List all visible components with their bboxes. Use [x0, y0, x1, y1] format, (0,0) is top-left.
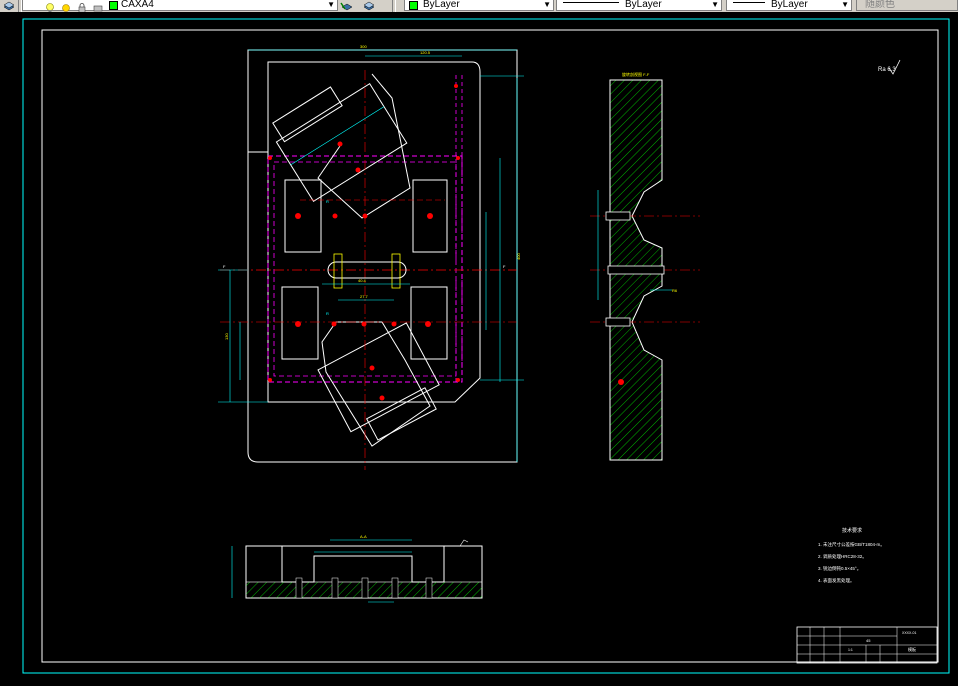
section-view: 旋转剖视图 F-F R6	[590, 71, 700, 461]
plan-dimensions	[218, 49, 524, 462]
color-combo[interactable]: ByLayer ▼	[404, 0, 554, 11]
lineweight-combo[interactable]: ByLayer ▼	[726, 0, 852, 11]
lineweight-sample	[733, 2, 765, 4]
svg-text:400: 400	[516, 253, 521, 260]
svg-text:27.7: 27.7	[360, 294, 369, 299]
upper-rotated-block	[272, 83, 408, 203]
svg-text:40.4: 40.4	[358, 278, 367, 283]
note-2: 2. 调质处理HRC28-32。	[818, 553, 867, 560]
color-value: ByLayer	[423, 0, 460, 10]
svg-text:120.5: 120.5	[420, 50, 431, 55]
color-chevron-down-icon[interactable]: ▼	[543, 0, 551, 9]
plotstyle-value: 随颜色	[865, 0, 895, 10]
linetype-combo[interactable]: ByLayer ▼	[556, 0, 722, 11]
title-block: 45 XXXX-01 模板 1:1	[796, 626, 938, 664]
note-4: 4. 表面发黑处理。	[818, 577, 855, 584]
layer-name: CAXA4	[121, 0, 154, 10]
svg-text:F: F	[223, 264, 226, 269]
mounting-holes	[268, 84, 460, 401]
linetype-value: ByLayer	[625, 0, 662, 10]
layer-previous-icon[interactable]	[362, 0, 376, 11]
make-current-layer-icon[interactable]	[340, 0, 354, 11]
note-3: 3. 锐边倒钝0.5×45°。	[818, 565, 861, 572]
title-block-drawing-number: XXXX-01	[902, 631, 916, 635]
plotstyle-combo[interactable]: 随颜色	[856, 0, 958, 11]
title-block-scale: 1:1	[848, 648, 853, 652]
layer-combo[interactable]: CAXA4 ▼	[22, 0, 338, 12]
drawing-canvas[interactable]: Ra 6.3 300 120.5 400 130 40.4 27.7 R R F…	[0, 12, 958, 681]
svg-text:300: 300	[360, 44, 367, 49]
layer-color-swatch	[109, 1, 118, 10]
drawing-svg: Ra 6.3 300120.5 400 130 40.427.7 R R F F…	[22, 18, 950, 674]
inner-frame	[41, 29, 939, 663]
notes-title: 技术要求	[842, 527, 862, 534]
layer-dropdown-chevron-down-icon[interactable]: ▼	[327, 0, 335, 9]
title-block-name: 模板	[908, 646, 916, 652]
plan-view: 300 120.5 400 130 40.4 27.7 R R F F	[218, 44, 524, 470]
lineweight-chevron-down-icon[interactable]: ▼	[841, 0, 849, 9]
color-swatch	[409, 1, 418, 10]
bottom-view-label: A-A	[360, 534, 367, 539]
linetype-sample	[563, 2, 619, 4]
lower-rotated-block	[317, 322, 440, 441]
title-block-material: 45	[866, 638, 871, 643]
lineweight-value: ByLayer	[771, 0, 808, 10]
svg-text:R6: R6	[672, 288, 678, 293]
bottom-view: A-A	[231, 534, 483, 603]
linetype-chevron-down-icon[interactable]: ▼	[711, 0, 719, 9]
technical-notes: 技术要求 1. 未注尺寸公差按GB/T1804-m。 2. 调质处理HRC28-…	[818, 527, 885, 584]
svg-text:R: R	[326, 199, 329, 204]
outer-frame	[22, 18, 950, 674]
layer-manager-icon[interactable]	[2, 0, 16, 11]
note-1: 1. 未注尺寸公差按GB/T1804-m。	[818, 541, 885, 548]
upper-left-slot	[284, 179, 322, 253]
svg-text:F: F	[503, 264, 506, 269]
svg-text:R: R	[326, 311, 329, 316]
section-label: 旋转剖视图 F-F	[622, 71, 650, 77]
svg-text:130: 130	[224, 333, 229, 340]
